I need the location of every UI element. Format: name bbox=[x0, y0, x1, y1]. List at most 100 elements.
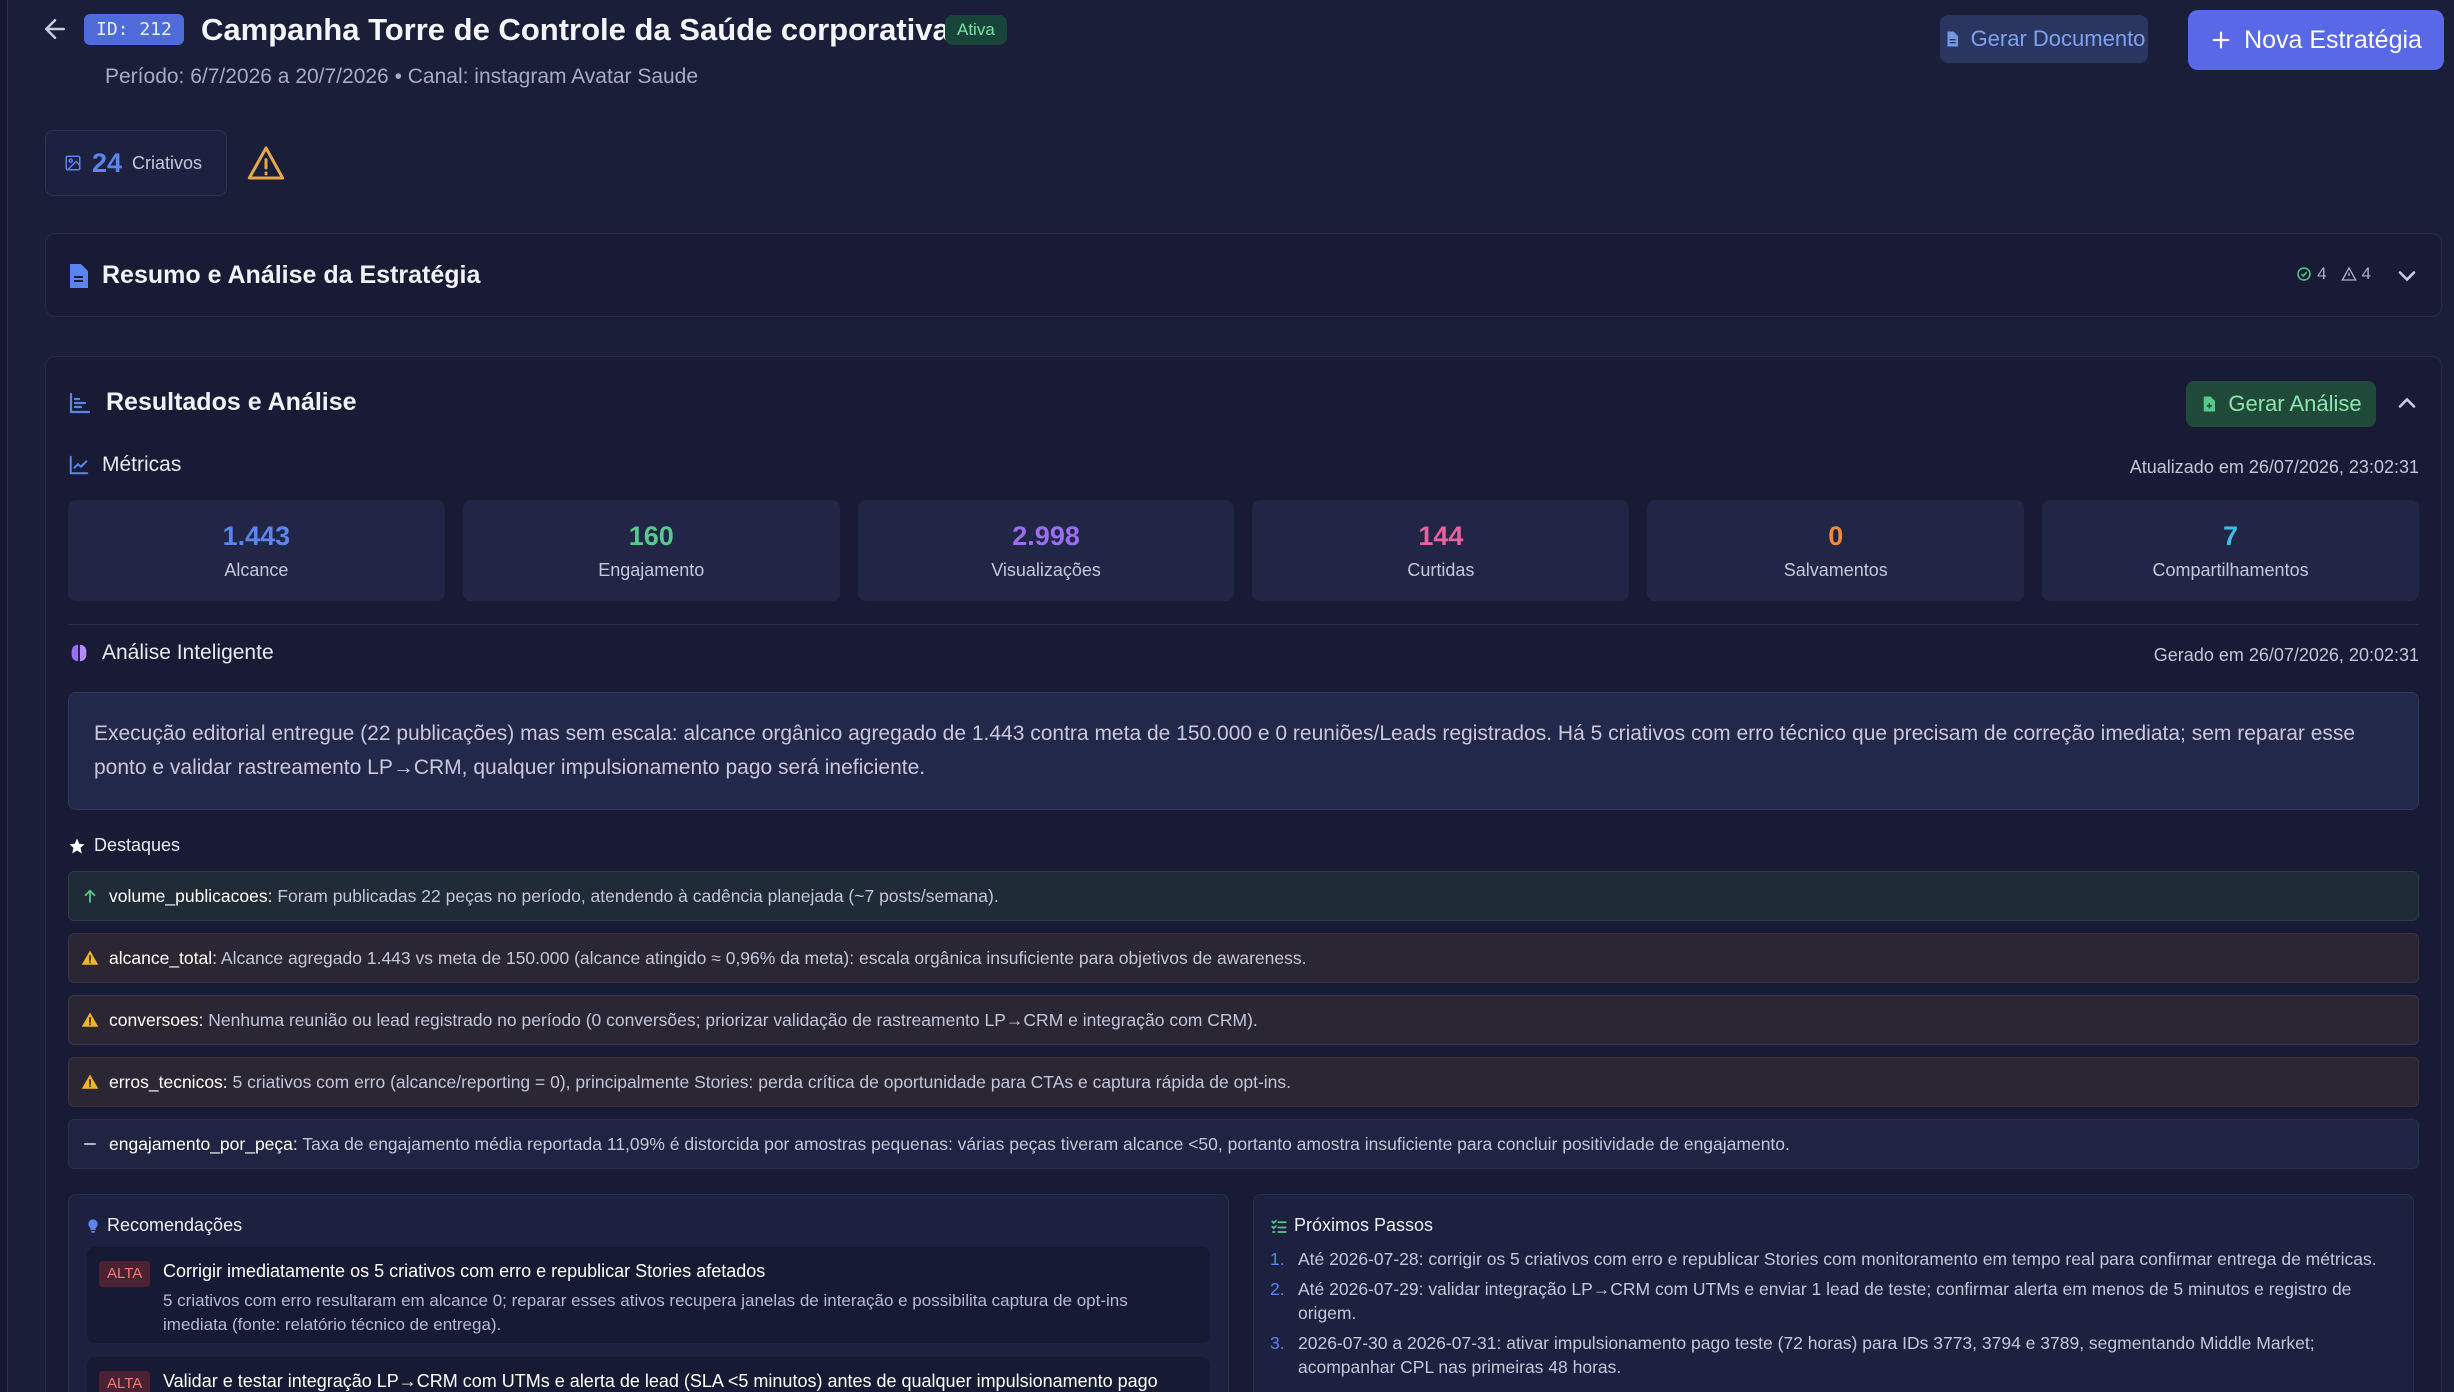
arrow-up-icon bbox=[84, 889, 96, 903]
recomendacoes-card: Recomendações ALTA Corrigir imediatament… bbox=[68, 1194, 1229, 1392]
destaque-key: erros_tecnicos: bbox=[109, 1071, 228, 1092]
priority-badge: ALTA bbox=[99, 1371, 151, 1392]
destaque-item: alcance_total: Alcance agregado 1.443 vs… bbox=[68, 933, 2419, 983]
destaque-item: erros_tecnicos: 5 criativos com erro (al… bbox=[68, 1057, 2419, 1107]
criativos-label: Criativos bbox=[132, 152, 203, 173]
metric-card: 1.443 Alcance bbox=[68, 500, 445, 601]
destaque-item: conversoes: Nenhuma reunião ou lead regi… bbox=[68, 995, 2419, 1045]
checklist-icon bbox=[1271, 1219, 1287, 1233]
metric-value: 2.998 bbox=[1012, 520, 1080, 551]
list-item: 1. Até 2026-07-28: corrigir os 5 criativo… bbox=[1270, 1247, 2391, 1271]
warn-count-value: 4 bbox=[2361, 264, 2371, 283]
nova-estrategia-label: Nova Estratégia bbox=[2244, 25, 2422, 54]
document-plus-icon bbox=[2204, 396, 2216, 412]
metric-card: 0 Salvamentos bbox=[1647, 500, 2025, 601]
destaque-key: conversoes: bbox=[109, 1009, 204, 1030]
destaques-title: Destaques bbox=[94, 835, 181, 855]
image-icon bbox=[65, 155, 81, 171]
gerar-documento-label: Gerar Documento bbox=[1970, 26, 2146, 51]
destaque-text: Taxa de engajamento média reportada 11,0… bbox=[302, 1133, 1790, 1154]
ok-count-value: 4 bbox=[2317, 264, 2327, 283]
analise-header: Análise Inteligente bbox=[68, 641, 274, 665]
metric-label: Curtidas bbox=[1407, 559, 1475, 580]
chevron-down-icon[interactable] bbox=[2393, 262, 2421, 290]
criativos-count: 24 bbox=[92, 147, 123, 178]
check-circle-icon bbox=[2297, 267, 2311, 281]
lightbulb-icon bbox=[88, 1218, 98, 1233]
proximos-title: Próximos Passos bbox=[1294, 1215, 1434, 1235]
recomendacoes-header: Recomendações bbox=[85, 1215, 242, 1236]
recomendacao-item: ALTA Corrigir imediatamente os 5 criativ… bbox=[87, 1247, 1210, 1343]
step-text: 2026-07-30 a 2026-07-31: ativar impulsio… bbox=[1298, 1333, 2315, 1377]
warn-count: 4 bbox=[2340, 264, 2371, 284]
document-icon bbox=[70, 263, 88, 288]
page-title: Campanha Torre de Controle da Saúde corp… bbox=[201, 12, 950, 47]
metric-label: Compartilhamentos bbox=[2152, 559, 2309, 580]
metricas-updated: Atualizado em 26/07/2026, 23:02:31 bbox=[2129, 457, 2419, 477]
minus-icon bbox=[83, 1143, 97, 1145]
destaque-key: volume_publicacoes: bbox=[109, 885, 273, 906]
resumo-title-text: Resumo e Análise da Estratégia bbox=[102, 261, 481, 289]
metricas-title: Métricas bbox=[102, 453, 182, 476]
metric-label: Engajamento bbox=[598, 559, 705, 580]
metric-value: 0 bbox=[1828, 520, 1844, 551]
bar-chart-icon bbox=[69, 392, 91, 413]
warning-icon bbox=[81, 950, 99, 965]
recomendacao-desc: 5 criativos com erro resultaram em alcan… bbox=[163, 1291, 1128, 1334]
step-number: 1. bbox=[1270, 1249, 1285, 1269]
step-text: Até 2026-07-28: corrigir os 5 criativos … bbox=[1298, 1249, 2377, 1269]
plus-icon bbox=[2212, 31, 2230, 49]
resultados-panel: Resultados e Análise Gerar Análise Métri… bbox=[45, 356, 2442, 1392]
warning-icon bbox=[81, 1012, 99, 1027]
metric-card: 160 Engajamento bbox=[462, 500, 840, 601]
destaque-text: Foram publicadas 22 peças no período, at… bbox=[277, 885, 999, 906]
list-item: 3. 2026-07-30 a 2026-07-31: ativar impuls… bbox=[1270, 1331, 2391, 1379]
metric-value: 7 bbox=[2223, 520, 2239, 551]
destaque-item: engajamento_por_peça: Taxa de engajament… bbox=[68, 1119, 2419, 1169]
id-badge: ID: 212 bbox=[84, 14, 184, 45]
ok-count: 4 bbox=[2296, 264, 2327, 284]
metricas-header: Métricas bbox=[68, 453, 181, 477]
page-header: ID: 212 Campanha Torre de Controle da Sa… bbox=[40, 10, 2444, 92]
gerar-analise-label: Gerar Análise bbox=[2228, 391, 2362, 416]
gerar-analise-button[interactable]: Gerar Análise bbox=[2186, 381, 2376, 427]
list-item: 2. Até 2026-07-29: validar integração LP→… bbox=[1270, 1277, 2391, 1325]
proximos-header: Próximos Passos bbox=[1270, 1215, 1433, 1236]
metric-value: 160 bbox=[628, 520, 674, 551]
metric-label: Visualizações bbox=[991, 559, 1101, 580]
step-text: Até 2026-07-29: validar integração LP→CR… bbox=[1298, 1279, 2352, 1323]
recomendacao-title: Validar e testar integração LP→CRM com U… bbox=[163, 1371, 1158, 1391]
destaque-item: volume_publicacoes: Foram publicadas 22 … bbox=[68, 871, 2419, 921]
gerar-documento-button[interactable]: Gerar Documento bbox=[1940, 15, 2148, 63]
brain-icon bbox=[71, 644, 87, 662]
nova-estrategia-button[interactable]: Nova Estratégia bbox=[2188, 10, 2444, 70]
star-icon bbox=[69, 838, 85, 853]
resumo-title: Resumo e Análise da Estratégia bbox=[68, 261, 480, 290]
back-arrow-icon[interactable] bbox=[40, 14, 70, 44]
resumo-counts: 4 4 bbox=[2296, 264, 2371, 284]
chevron-up-icon[interactable] bbox=[2393, 389, 2421, 417]
metrics-grid: 1.443 Alcance 160 Engajamento 2.998 Visuali… bbox=[68, 500, 2419, 601]
warning-icon[interactable] bbox=[244, 143, 288, 183]
metric-card: 2.998 Visualizações bbox=[857, 500, 1235, 601]
divider bbox=[68, 624, 2419, 625]
resumo-panel[interactable]: Resumo e Análise da Estratégia 4 4 bbox=[45, 233, 2442, 317]
destaque-key: engajamento_por_peça: bbox=[109, 1133, 298, 1154]
destaque-text: Alcance agregado 1.443 vs meta de 150.00… bbox=[220, 947, 1307, 968]
recomendacao-item: ALTA Validar e testar integração LP→CRM … bbox=[87, 1357, 1210, 1392]
proximos-passos-card: Próximos Passos 1. Até 2026-07-28: corrig… bbox=[1253, 1194, 2414, 1392]
campaign-period: Período: 6/7/2026 a 20/7/2026 • Canal: i… bbox=[105, 65, 699, 88]
priority-badge: ALTA bbox=[99, 1261, 151, 1287]
line-chart-icon bbox=[69, 455, 89, 475]
criativos-stat[interactable]: 24 Criativos bbox=[45, 130, 227, 196]
step-number: 3. bbox=[1270, 1333, 1285, 1353]
metric-value: 1.443 bbox=[222, 520, 291, 551]
recomendacoes-title: Recomendações bbox=[107, 1215, 243, 1235]
metric-label: Salvamentos bbox=[1783, 559, 1888, 580]
recomendacao-title: Corrigir imediatamente os 5 criativos co… bbox=[163, 1261, 766, 1281]
resultados-title: Resultados e Análise bbox=[68, 388, 357, 417]
proximos-list: 1. Até 2026-07-28: corrigir os 5 criativo… bbox=[1270, 1247, 2391, 1385]
metric-label: Alcance bbox=[224, 559, 289, 580]
document-icon bbox=[1947, 31, 1958, 47]
destaque-text: 5 criativos com erro (alcance/reporting … bbox=[232, 1071, 1292, 1092]
